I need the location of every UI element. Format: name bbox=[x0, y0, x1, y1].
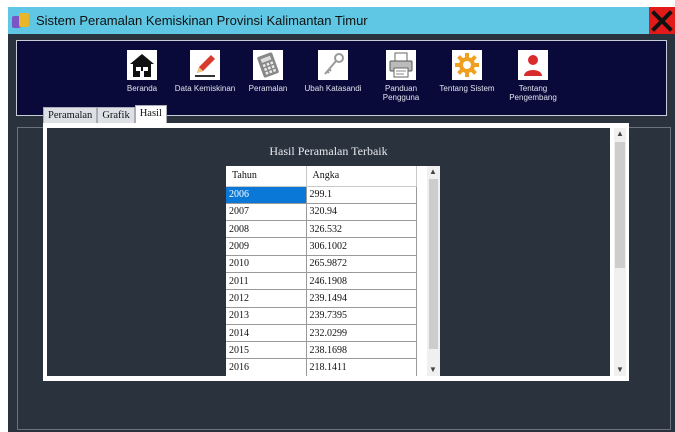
person-icon bbox=[518, 50, 548, 80]
scroll-up-icon[interactable]: ▲ bbox=[614, 128, 626, 140]
cell-angka[interactable]: 299.1 bbox=[306, 186, 417, 204]
scroll-down-icon[interactable]: ▼ bbox=[427, 364, 439, 376]
table-row[interactable]: 2007 320.94 bbox=[226, 203, 417, 222]
toolbar-label: Beranda bbox=[126, 84, 158, 93]
key-icon bbox=[318, 50, 348, 80]
cell-angka[interactable]: 320.94 bbox=[306, 203, 417, 222]
tab-peramalan[interactable]: Peramalan bbox=[43, 107, 98, 124]
panel-scrollbar[interactable]: ▲ ▼ bbox=[614, 128, 626, 376]
grid-scrollbar[interactable]: ▲ ▼ bbox=[427, 166, 440, 376]
tab-grafik[interactable]: Grafik bbox=[97, 107, 135, 124]
tab-hasil[interactable]: Hasil bbox=[134, 105, 167, 124]
toolbar-item-tentang-sistem[interactable]: Tentang Sistem bbox=[435, 50, 499, 93]
column-header-angka[interactable]: Angka bbox=[306, 166, 417, 187]
scroll-up-icon[interactable]: ▲ bbox=[427, 166, 439, 178]
toolbar-item-beranda[interactable]: Beranda bbox=[110, 50, 174, 93]
toolbar-label: Peramalan bbox=[248, 84, 288, 93]
table-row[interactable]: 2009 306.1002 bbox=[226, 237, 417, 256]
gear-icon bbox=[452, 50, 482, 80]
house-icon bbox=[127, 50, 157, 80]
cell-tahun[interactable]: 2012 bbox=[226, 289, 307, 308]
table-row[interactable]: 2010 265.9872 bbox=[226, 255, 417, 273]
cell-tahun[interactable]: 2016 bbox=[226, 358, 307, 376]
toolbar-item-data-kemiskinan[interactable]: Data Kemiskinan bbox=[173, 50, 237, 93]
toolbar-label: Tentang Sistem bbox=[439, 84, 495, 93]
cell-angka[interactable]: 265.9872 bbox=[306, 255, 417, 273]
cell-tahun[interactable]: 2010 bbox=[226, 255, 307, 273]
cell-angka[interactable]: 238.1698 bbox=[306, 341, 417, 360]
table-row[interactable]: 2013 239.7395 bbox=[226, 307, 417, 325]
cell-tahun[interactable]: 2009 bbox=[226, 237, 307, 256]
toolbar-label: Tentang Pengembang bbox=[509, 84, 557, 102]
cell-angka[interactable]: 246.1908 bbox=[306, 272, 417, 291]
title-bar: Sistem Peramalan Kemiskinan Provinsi Kal… bbox=[8, 7, 675, 34]
cell-angka[interactable]: 326.532 bbox=[306, 220, 417, 239]
panel-scroll-thumb[interactable] bbox=[615, 142, 625, 268]
table-row[interactable]: 2008 326.532 bbox=[226, 220, 417, 239]
table-row[interactable]: 2015 238.1698 bbox=[226, 341, 417, 360]
table-row[interactable]: 2012 239.1494 bbox=[226, 289, 417, 308]
scroll-down-icon[interactable]: ▼ bbox=[614, 364, 626, 376]
grid-scroll-thumb[interactable] bbox=[429, 179, 438, 349]
calculator-icon bbox=[253, 50, 283, 80]
toolbar-item-peramalan[interactable]: Peramalan bbox=[236, 50, 300, 93]
tab-panel-hasil: Hasil Peramalan Terbaik Tahun Angka 2006… bbox=[43, 123, 629, 381]
cell-tahun[interactable]: 2007 bbox=[226, 203, 307, 222]
result-title: Hasil Peramalan Terbaik bbox=[269, 144, 388, 158]
cell-angka[interactable]: 239.7395 bbox=[306, 307, 417, 325]
cell-tahun[interactable]: 2006 bbox=[226, 186, 307, 204]
toolbar-item-ubah-katasandi[interactable]: Ubah Katasandi bbox=[301, 50, 365, 93]
cell-tahun[interactable]: 2015 bbox=[226, 341, 307, 360]
close-button[interactable] bbox=[649, 7, 675, 34]
table-row[interactable]: 2011 246.1908 bbox=[226, 272, 417, 291]
cell-tahun[interactable]: 2008 bbox=[226, 220, 307, 239]
window-title: Sistem Peramalan Kemiskinan Provinsi Kal… bbox=[36, 13, 368, 28]
cell-tahun[interactable]: 2014 bbox=[226, 324, 307, 343]
cell-angka[interactable]: 232.0299 bbox=[306, 324, 417, 343]
cell-tahun[interactable]: 2013 bbox=[226, 307, 307, 325]
table-row[interactable]: 2006 299.1 bbox=[226, 186, 417, 204]
result-grid: Tahun Angka 2006 299.1 2007 320.94 2008 326.5… bbox=[226, 166, 440, 376]
result-panel: Hasil Peramalan Terbaik Tahun Angka 2006… bbox=[47, 128, 610, 376]
printer-icon bbox=[386, 50, 416, 80]
toolbar-label: Ubah Katasandi bbox=[304, 84, 362, 93]
toolbar-item-tentang-pengembang[interactable]: Tentang Pengembang bbox=[501, 50, 565, 102]
table-row[interactable]: 2016 218.1411 bbox=[226, 358, 417, 376]
table-row[interactable]: 2014 232.0299 bbox=[226, 324, 417, 343]
toolbar-item-panduan-pengguna[interactable]: Panduan Pengguna bbox=[369, 50, 433, 102]
app-icon bbox=[11, 12, 31, 30]
cell-tahun[interactable]: 2011 bbox=[226, 272, 307, 291]
tab-strip: Peramalan Grafik Hasil bbox=[43, 105, 167, 124]
toolbar-label: Data Kemiskinan bbox=[174, 84, 236, 93]
pencil-icon bbox=[190, 50, 220, 80]
close-icon bbox=[651, 9, 673, 32]
column-header-tahun[interactable]: Tahun bbox=[226, 166, 307, 187]
cell-angka[interactable]: 239.1494 bbox=[306, 289, 417, 308]
cell-angka[interactable]: 306.1002 bbox=[306, 237, 417, 256]
toolbar-label: Panduan Pengguna bbox=[382, 84, 420, 102]
cell-angka[interactable]: 218.1411 bbox=[306, 358, 417, 376]
